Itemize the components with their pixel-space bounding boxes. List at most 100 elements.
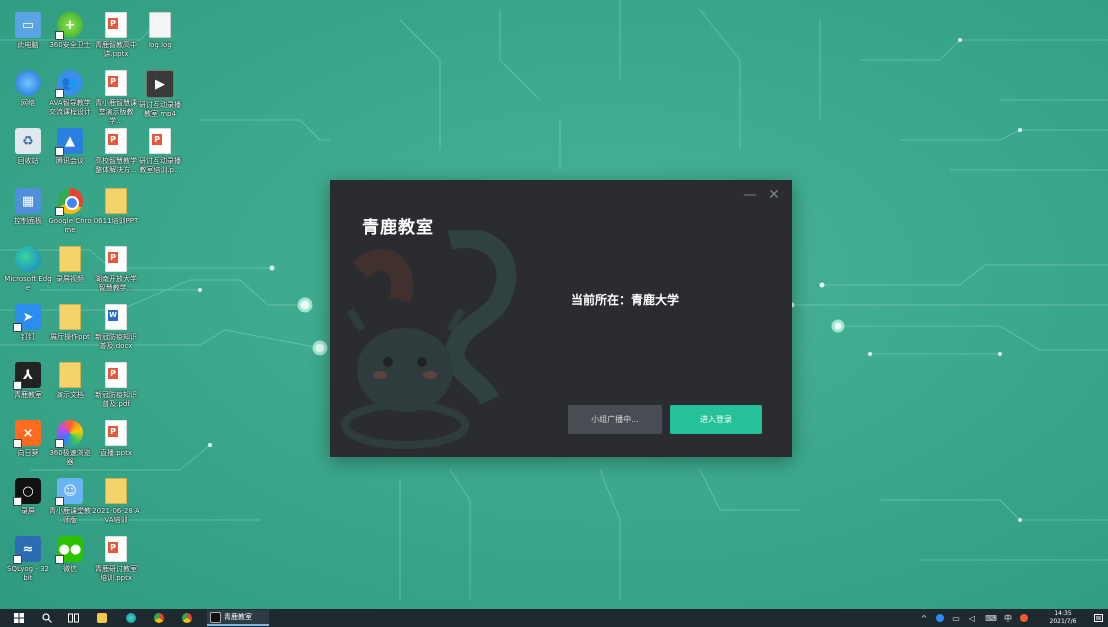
desktop-icon-label: Google Chrome [48, 217, 92, 234]
taskbar-clock[interactable]: 14:35 2021/7/6 [1043, 609, 1083, 627]
desktop-icon-ava-course[interactable]: 👥 AVA智导教学交流课程设计 [46, 70, 94, 117]
network-icon [15, 70, 41, 96]
input-method-indicator[interactable]: 中 [1002, 612, 1014, 624]
taskbar-chrome-2[interactable] [180, 611, 194, 625]
desktop-icon-label: SQLyog - 32 bit [7, 565, 49, 582]
ppt-file-icon [105, 70, 127, 96]
chrome-icon [182, 613, 192, 623]
desktop-icon-folder[interactable]: 2021-06-28 AVA培训 [92, 478, 140, 525]
qinglu-app-icon [210, 611, 221, 623]
ppt-file-icon [105, 12, 127, 38]
desktop-icon-pptx[interactable]: 研讨互动录播教室培训.p... [136, 128, 184, 175]
recycle-bin-icon: ♻ [15, 128, 41, 154]
taskbar-edge[interactable] [124, 611, 138, 625]
qinglu-classroom-window: 青鹿教室 — ✕ 当前所在：青鹿大学 小组广播中... 进入登录 [330, 180, 792, 457]
group-broadcast-button[interactable]: 小组广播中... [568, 405, 662, 434]
desktop-icon-dingtalk[interactable]: ➤ 钉钉 [4, 304, 52, 342]
desktop-icon-log[interactable]: log.log [136, 12, 184, 50]
task-view-button[interactable] [66, 611, 80, 625]
taskbar-qinglu-classroom[interactable]: 青鹿教室 [207, 610, 269, 626]
desktop-icon-label: 研讨互动录播教室.mp4 [139, 101, 181, 118]
desktop-icon-label: 360安全卫士 [49, 41, 91, 49]
desktop-icon-exhibition-ppt[interactable]: 展厅操作ppt [46, 304, 94, 342]
taskbar-chrome[interactable] [152, 611, 166, 625]
desktop-icon-label: 录屏视频 [56, 275, 84, 283]
desktop-icon-network[interactable]: 网络 [4, 70, 52, 108]
desktop-icon-pptx[interactable]: 青鹿智教高中讲.pptx [92, 12, 140, 59]
folder-icon [59, 246, 81, 272]
network-tray-icon[interactable]: ▭ [950, 612, 962, 624]
desktop-icon-this-pc[interactable]: ▭ 此电脑 [4, 12, 52, 50]
desktop-icon-demo-docs[interactable]: 演示文档 [46, 362, 94, 400]
desktop-icon-label: 此电脑 [17, 41, 39, 49]
desktop-icon-folder[interactable]: 0611培训PPT [92, 188, 140, 226]
desktop-icon-label: log.log [148, 41, 172, 49]
dingtalk-icon: ➤ [13, 304, 41, 332]
desktop-icon-pptx[interactable]: 直播.pptx [92, 420, 140, 458]
sogou-icon[interactable] [1018, 612, 1030, 624]
desktop-icon-screen-video[interactable]: 录屏视频 [46, 246, 94, 284]
wechat-icon: ●● [55, 536, 83, 564]
desktop-icon-mp4[interactable]: ▶ 研讨互动录播教室.mp4 [136, 70, 184, 119]
clock-date: 2021/7/6 [1049, 618, 1077, 625]
desktop-icon-label: 演示文档 [56, 391, 84, 399]
desktop-icon-pdf[interactable]: 新冠防疫知识普及.pdf [92, 362, 140, 409]
search-button[interactable] [40, 611, 54, 625]
desktop-icon-edge[interactable]: Microsoft Edge [4, 246, 52, 293]
enter-login-button[interactable]: 进入登录 [670, 405, 762, 434]
users-icon: 👥 [55, 70, 83, 98]
chrome-icon [55, 188, 83, 216]
chrome-icon [154, 613, 164, 623]
windows-start-button[interactable] [12, 611, 26, 625]
desktop-icon-docx[interactable]: 新冠防疫知识普及.docx [92, 304, 140, 351]
pdf-file-icon [105, 362, 127, 388]
show-hidden-icons-button[interactable]: ^ [918, 612, 930, 624]
desktop-icon-tencent-meeting[interactable]: ▲ 腾讯会议 [46, 128, 94, 166]
folder-icon [59, 304, 81, 330]
volume-icon[interactable]: ◁ [966, 612, 978, 624]
desktop-icon-label: 青小鹿课堂教师版 [49, 507, 91, 524]
desktop-icon-control-panel[interactable]: ▦ 控制面板 [4, 188, 52, 226]
desktop-icon-label: 青鹿智教高中讲.pptx [95, 41, 137, 58]
taskbar: 青鹿教室 ^ ▭ ◁ ⌨ 中 14:35 2021/7/6 [0, 609, 1108, 627]
sogou-ime-icon [1020, 614, 1028, 622]
desktop-icon-label: 新冠防疫知识普及.pdf [95, 391, 137, 408]
desktop-icon-recycle-bin[interactable]: ♻ 回收站 [4, 128, 52, 166]
dolphin-icon: ≈ [13, 536, 41, 564]
desktop-icon-label: 湖南开放大学智慧教学... [95, 275, 137, 292]
taskbar-file-explorer[interactable] [95, 611, 109, 625]
desktop-icon-label: 青小鹿智慧课堂演示版教学... [95, 99, 137, 125]
desktop-icon-pptx[interactable]: 青小鹿智慧课堂演示版教学... [92, 70, 140, 126]
desktop-icon-pptx[interactable]: 高校智慧教学整体解决方... [92, 128, 140, 175]
desktop-icon-label: 网络 [21, 99, 35, 107]
taskbar-app-label: 青鹿教室 [224, 613, 252, 621]
word-file-icon [105, 304, 127, 330]
desktop-icon-label: 研讨互动录播教室培训.p... [139, 157, 181, 174]
notification-icon [1093, 613, 1103, 622]
desktop-icon-sqlyog[interactable]: ≈ SQLyog - 32 bit [4, 536, 52, 583]
ppt-file-icon [149, 128, 171, 154]
deer-mascot-illustration [341, 230, 517, 449]
desktop-icon-label: 青鹿研讨教室培训.pptx [95, 565, 137, 582]
desktop-icon-label: 腾讯会议 [56, 157, 84, 165]
desktop-icon-chrome[interactable]: Google Chrome [46, 188, 94, 235]
folder-icon [59, 362, 81, 388]
search-icon [42, 613, 52, 623]
minimize-button[interactable]: — [742, 186, 758, 204]
close-button[interactable]: ✕ [766, 186, 782, 204]
desktop-icon-label: 直播.pptx [100, 449, 132, 457]
folder-icon [105, 188, 127, 214]
desktop-icon-360-browser[interactable]: 360极速浏览器 [46, 420, 94, 467]
desktop-icon-pptx[interactable]: 湖南开放大学智慧教学... [92, 246, 140, 293]
desktop-icon-sunlogin[interactable]: ⨯ 向日葵 [4, 420, 52, 458]
notification-center-button[interactable] [1092, 612, 1104, 624]
tray-app-icon[interactable] [934, 612, 946, 624]
desktop-icon-qingxiaolu[interactable]: ☺ 青小鹿课堂教师版 [46, 478, 94, 525]
desktop-icon-wechat[interactable]: ●● 微信 [46, 536, 94, 574]
desktop-icon-recorder[interactable]: ○ 录屏 [4, 478, 52, 516]
desktop-icon-qinglu-classroom[interactable]: ⅄ 青鹿教室 [4, 362, 52, 400]
desktop-icon-pptx[interactable]: 青鹿研讨教室培训.pptx [92, 536, 140, 583]
desktop-icon-360-security[interactable]: + 360安全卫士 [46, 12, 94, 50]
computer-icon: ▭ [15, 12, 41, 38]
keyboard-icon[interactable]: ⌨ [984, 612, 998, 624]
